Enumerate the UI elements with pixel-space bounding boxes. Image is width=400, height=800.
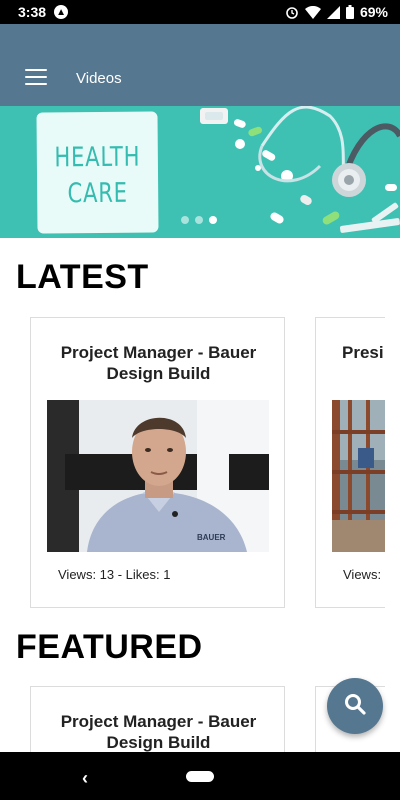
carousel-dot[interactable] (181, 216, 189, 224)
video-card[interactable]: Presi Views: (315, 317, 385, 608)
video-title: Project Manager - Bauer Design Build (60, 343, 257, 383)
back-icon[interactable]: ‹ (82, 768, 88, 789)
banner-line1: HEALTH (54, 141, 141, 174)
video-card[interactable]: Project Manager - Bauer Design Build (30, 317, 285, 608)
system-nav-bar: ‹ (0, 752, 400, 800)
section-title-featured: FEATURED (16, 628, 203, 666)
signal-icon (326, 5, 340, 19)
alarm-icon (285, 5, 299, 19)
banner-carousel[interactable]: HEALTH CARE (0, 106, 400, 238)
page-title: Videos (76, 70, 122, 87)
status-time: 3:38 (18, 4, 47, 20)
search-button[interactable] (327, 678, 383, 734)
wifi-icon (304, 5, 321, 19)
screen: 3:38 ▲ 69% Videos HEALTH CARE LATEST Pro… (0, 0, 400, 800)
hamburger-menu-icon[interactable] (25, 69, 47, 85)
battery-icon (345, 5, 354, 19)
video-title: Presi (342, 343, 384, 362)
home-pill-icon[interactable] (186, 771, 214, 782)
carousel-dot-active[interactable] (209, 216, 217, 224)
svg-text:BAUER: BAUER (197, 533, 226, 542)
video-stats: Views: 13 - Likes: 1 (58, 567, 171, 582)
section-title-latest: LATEST (16, 258, 149, 296)
carousel-indicator (181, 216, 217, 224)
carousel-dot[interactable] (195, 216, 203, 224)
video-stats: Views: (343, 567, 382, 582)
app-icon: ▲ (54, 5, 69, 19)
search-icon (343, 692, 367, 721)
video-thumbnail[interactable]: BAUER (47, 400, 269, 552)
video-title: Project Manager - Bauer Design Build (60, 712, 257, 752)
status-bar: 3:38 ▲ 69% (0, 0, 400, 24)
battery-percent: 69% (359, 4, 388, 20)
video-thumbnail[interactable] (332, 400, 385, 552)
banner-line2: CARE (67, 177, 128, 210)
app-bar: Videos (0, 24, 400, 106)
health-care-card: HEALTH CARE (36, 111, 159, 234)
